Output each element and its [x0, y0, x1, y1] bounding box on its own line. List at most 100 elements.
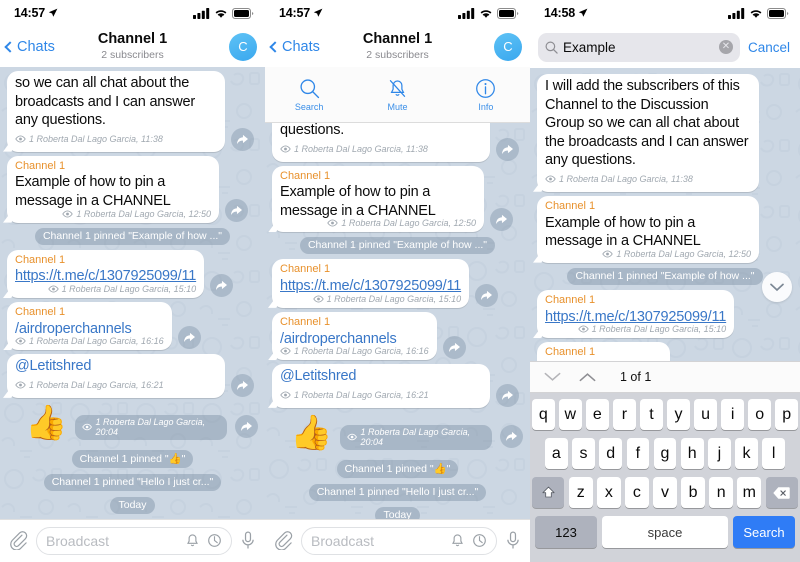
phone-panel-3: 14:58 Example ✕ Cancel I will add the su… — [530, 0, 800, 562]
schedule-icon[interactable] — [472, 533, 487, 548]
key-l[interactable]: l — [762, 438, 786, 469]
message-link[interactable]: /airdroperchannels — [545, 360, 662, 362]
key-u[interactable]: u — [694, 399, 717, 430]
back-to-chats-button[interactable]: Chats — [4, 39, 55, 55]
broadcast-input[interactable]: Broadcast — [301, 526, 497, 555]
key-y[interactable]: y — [667, 399, 690, 430]
key-w[interactable]: w — [559, 399, 582, 430]
microphone-icon[interactable] — [505, 531, 521, 550]
keyboard-row-3: z x c v b n m — [531, 477, 799, 508]
message-bubble[interactable]: @Letitshred 1 Roberta Dal Lago Garcia, 1… — [272, 364, 490, 408]
status-time-group: 14:57 — [279, 6, 323, 20]
key-a[interactable]: a — [544, 438, 568, 469]
search-action-key[interactable]: Search — [733, 516, 795, 548]
thumbs-up-emoji[interactable]: 👍 — [290, 416, 332, 450]
message-mention[interactable]: @Letitshred — [280, 368, 356, 384]
eye-icon — [82, 423, 93, 431]
key-o[interactable]: o — [748, 399, 771, 430]
key-n[interactable]: n — [709, 477, 733, 508]
key-g[interactable]: g — [653, 438, 677, 469]
forward-button[interactable] — [225, 198, 248, 222]
back-to-chats-button[interactable]: Chats — [269, 39, 320, 55]
attach-icon[interactable] — [9, 531, 28, 550]
action-search[interactable]: Search — [265, 78, 353, 112]
numeric-key[interactable]: 123 — [535, 516, 597, 548]
cancel-search-button[interactable]: Cancel — [748, 40, 792, 55]
microphone-icon[interactable] — [240, 531, 256, 550]
forward-button[interactable] — [235, 414, 258, 438]
key-z[interactable]: z — [568, 477, 593, 508]
forward-button[interactable] — [442, 336, 466, 360]
message-bubble[interactable]: @Letitshred 1 Roberta Dal Lago Garcia, 1… — [7, 354, 225, 398]
message-bubble[interactable]: Channel 1 Example of how to pin a messag… — [537, 195, 759, 263]
message-bubble[interactable]: Channel 1 https://t.me/c/1307925099/11 1… — [272, 259, 470, 308]
message-row: Channel 1 Example of how to pin a messag… — [537, 195, 793, 263]
chat-area-3[interactable]: I will add the subscribers of this Chann… — [530, 68, 800, 361]
clear-search-icon[interactable]: ✕ — [718, 40, 733, 54]
action-mute[interactable]: Mute — [353, 78, 441, 112]
attach-icon[interactable] — [274, 531, 293, 550]
forward-button[interactable] — [177, 326, 201, 350]
chevron-up-icon[interactable] — [579, 372, 596, 382]
key-r[interactable]: r — [613, 399, 636, 430]
message-bubble[interactable]: Channel 1 https://t.me/c/1307925099/11 1… — [537, 289, 735, 339]
bell-icon[interactable] — [450, 533, 465, 548]
message-bubble[interactable]: Channel 1 /airdroperchannels 1 Roberta D… — [272, 311, 437, 361]
key-e[interactable]: e — [586, 399, 609, 430]
message-bubble[interactable]: Channel 1 Example of how to pin a messag… — [272, 165, 484, 233]
message-bubble[interactable]: Channel 1 /airdroperchannels — [537, 342, 670, 361]
key-f[interactable]: f — [626, 438, 650, 469]
key-c[interactable]: c — [625, 477, 649, 508]
message-row: @Letitshred 1 Roberta Dal Lago Garcia, 1… — [7, 354, 258, 398]
key-m[interactable]: m — [737, 477, 762, 508]
key-x[interactable]: x — [597, 477, 621, 508]
key-d[interactable]: d — [599, 438, 622, 469]
key-t[interactable]: t — [640, 399, 663, 430]
key-s[interactable]: s — [572, 438, 595, 469]
key-h[interactable]: h — [680, 438, 704, 469]
avatar[interactable]: C — [229, 32, 257, 61]
message-bubble[interactable]: Channel 1 /airdroperchannels 1 Roberta D… — [7, 301, 172, 351]
key-q[interactable]: q — [532, 399, 555, 430]
forward-button[interactable] — [500, 424, 523, 448]
key-j[interactable]: j — [708, 438, 731, 469]
forward-button[interactable] — [231, 373, 254, 397]
message-bubble[interactable]: questions. 1 Roberta Dal Lago Garcia, 11… — [272, 123, 490, 162]
avatar[interactable]: C — [494, 32, 522, 61]
backspace-key[interactable] — [765, 477, 799, 508]
message-bubble[interactable]: I will add the subscribers of this Chann… — [537, 74, 759, 192]
forward-button[interactable] — [496, 383, 519, 407]
chevron-down-icon[interactable] — [544, 372, 561, 382]
bell-icon[interactable] — [185, 533, 200, 548]
key-k[interactable]: k — [735, 438, 758, 469]
key-v[interactable]: v — [653, 477, 677, 508]
forward-button[interactable] — [475, 283, 499, 307]
search-input[interactable]: Example ✕ — [538, 32, 740, 62]
forward-arrow-icon — [183, 333, 195, 343]
message-text: Example of how to pin a message in a CHA… — [280, 184, 436, 219]
message-bubble[interactable]: Channel 1 Example of how to pin a messag… — [7, 155, 219, 223]
thumbs-up-emoji[interactable]: 👍 — [25, 406, 67, 440]
message-meta: 1 Roberta Dal Lago Garcia, 11:38 — [280, 144, 428, 154]
search-icon — [300, 78, 319, 98]
broadcast-input[interactable]: Broadcast — [36, 526, 232, 555]
status-time-group: 14:57 — [14, 6, 58, 20]
message-bubble[interactable]: Channel 1 https://t.me/c/1307925099/11 1… — [7, 249, 205, 298]
scroll-to-bottom-button[interactable] — [762, 272, 792, 302]
shift-key[interactable] — [531, 477, 565, 508]
forward-button[interactable] — [496, 137, 519, 161]
keyboard-row-4: 123 space Search — [532, 516, 798, 548]
forward-button[interactable] — [231, 127, 254, 151]
message-mention[interactable]: @Letitshred — [15, 358, 91, 374]
forward-button[interactable] — [490, 208, 513, 232]
message-bubble[interactable]: so we can all chat about the broadcasts … — [7, 71, 225, 152]
space-key[interactable]: space — [602, 516, 728, 548]
chat-area-1[interactable]: so we can all chat about the broadcasts … — [0, 67, 265, 519]
chat-area-2[interactable]: questions. 1 Roberta Dal Lago Garcia, 11… — [265, 123, 530, 519]
key-i[interactable]: i — [721, 399, 744, 430]
key-p[interactable]: p — [775, 399, 798, 430]
key-b[interactable]: b — [681, 477, 705, 508]
schedule-icon[interactable] — [207, 533, 222, 548]
forward-button[interactable] — [210, 273, 234, 297]
action-info[interactable]: Info — [442, 78, 530, 112]
